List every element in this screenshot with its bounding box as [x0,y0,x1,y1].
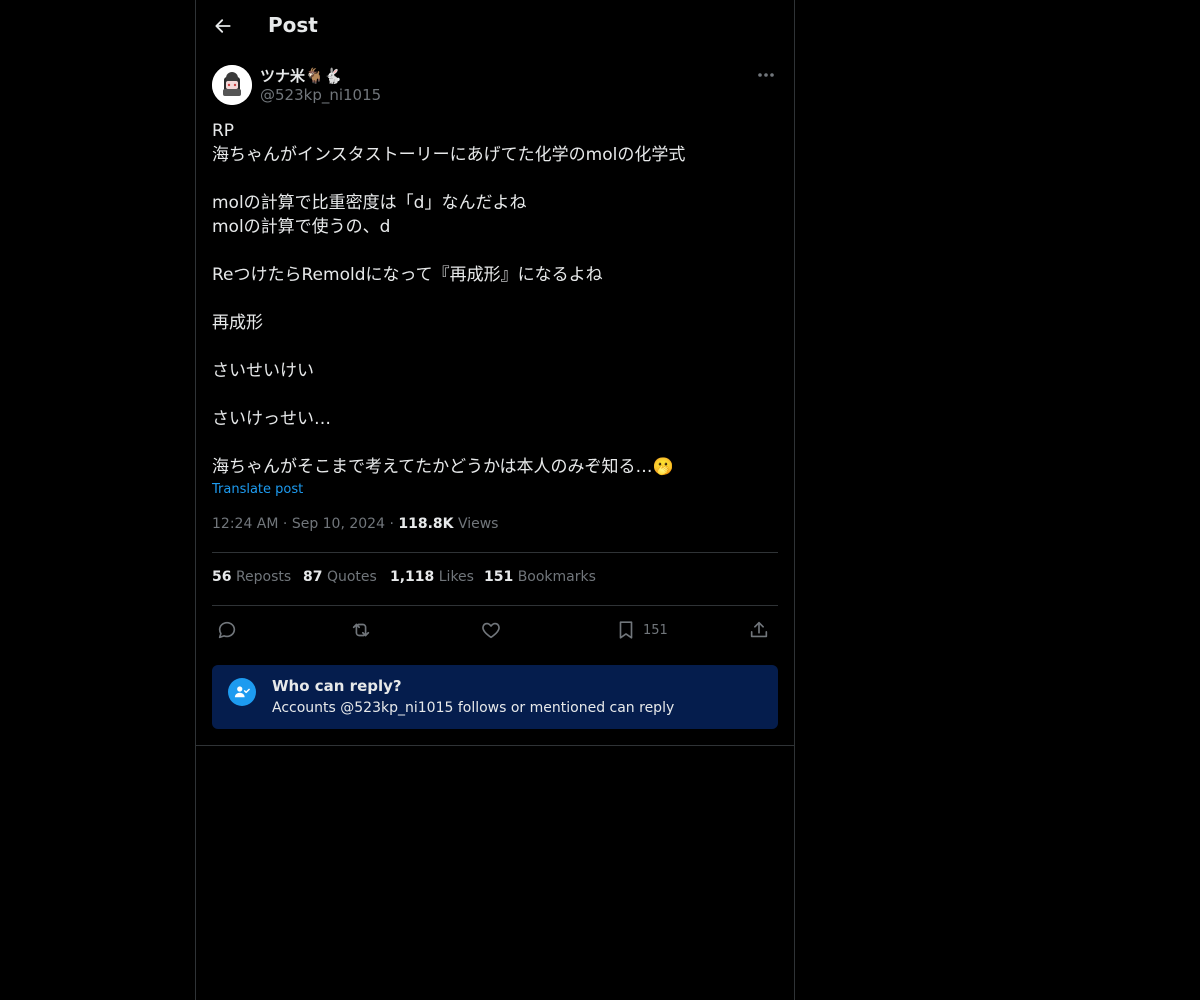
back-button[interactable] [210,12,236,40]
quotes-stat[interactable]: 87 Quotes [303,569,377,585]
post-author: ツナ米🐐🐇 @523kp_ni1015 [212,64,778,108]
avatar-image [212,65,252,105]
views-label: Views [457,516,499,532]
bookmarks-stat[interactable]: 151 Bookmarks [484,569,596,585]
person-check-icon [234,686,250,698]
like-icon [482,622,500,639]
action-bar: 151 [212,617,778,643]
likes-stat[interactable]: 1,118 Likes [390,569,474,585]
meta-separator: · [282,516,292,532]
author-name[interactable]: ツナ米🐐🐇 [260,65,342,86]
back-arrow-icon [215,19,231,33]
reply-info-subtitle: Accounts @523kp_ni1015 follows or mentio… [272,700,675,716]
like-button[interactable] [480,617,502,643]
avatar[interactable] [212,65,252,105]
repost-button[interactable] [349,617,373,643]
share-button[interactable] [748,617,770,643]
bookmark-count: 151 [643,622,668,638]
page-title: Post [268,13,318,37]
divider [196,745,794,746]
post-date[interactable]: Sep 10, 2024 [292,516,385,532]
who-can-reply-box: Who can reply? Accounts @523kp_ni1015 fo… [212,665,778,729]
reply-icon [218,621,236,639]
translate-post-link[interactable]: Translate post [212,482,303,497]
reply-info-title: Who can reply? [272,677,402,695]
more-icon [758,73,774,77]
post-text: RP 海ちゃんがインスタストーリーにあげてた化学のmolの化学式 molの計算で… [212,121,686,477]
bookmark-button[interactable]: 151 [615,617,668,643]
post-metadata: 12:24 AM · Sep 10, 2024 · 118.8K Views [212,516,498,532]
share-icon [750,621,768,638]
author-handle[interactable]: @523kp_ni1015 [260,86,381,104]
more-options-button[interactable] [754,64,778,86]
post-column: Post ツナ米🐐🐇 @523kp_ni1015 RP 海ちゃんがインスタストー… [195,0,795,1000]
views-count: 118.8K [398,516,454,532]
bookmark-icon [619,621,633,639]
post-time[interactable]: 12:24 AM [212,516,278,532]
top-bar: Post [196,0,794,53]
repost-icon [352,623,370,637]
reply-button[interactable] [216,617,238,643]
reposts-stat[interactable]: 56 Reposts [212,569,291,585]
divider [212,605,778,606]
reply-settings-badge [228,678,256,706]
divider [212,552,778,553]
engagement-stats: 56 Reposts 87 Quotes 1,118 Likes 151 Boo… [212,569,778,593]
